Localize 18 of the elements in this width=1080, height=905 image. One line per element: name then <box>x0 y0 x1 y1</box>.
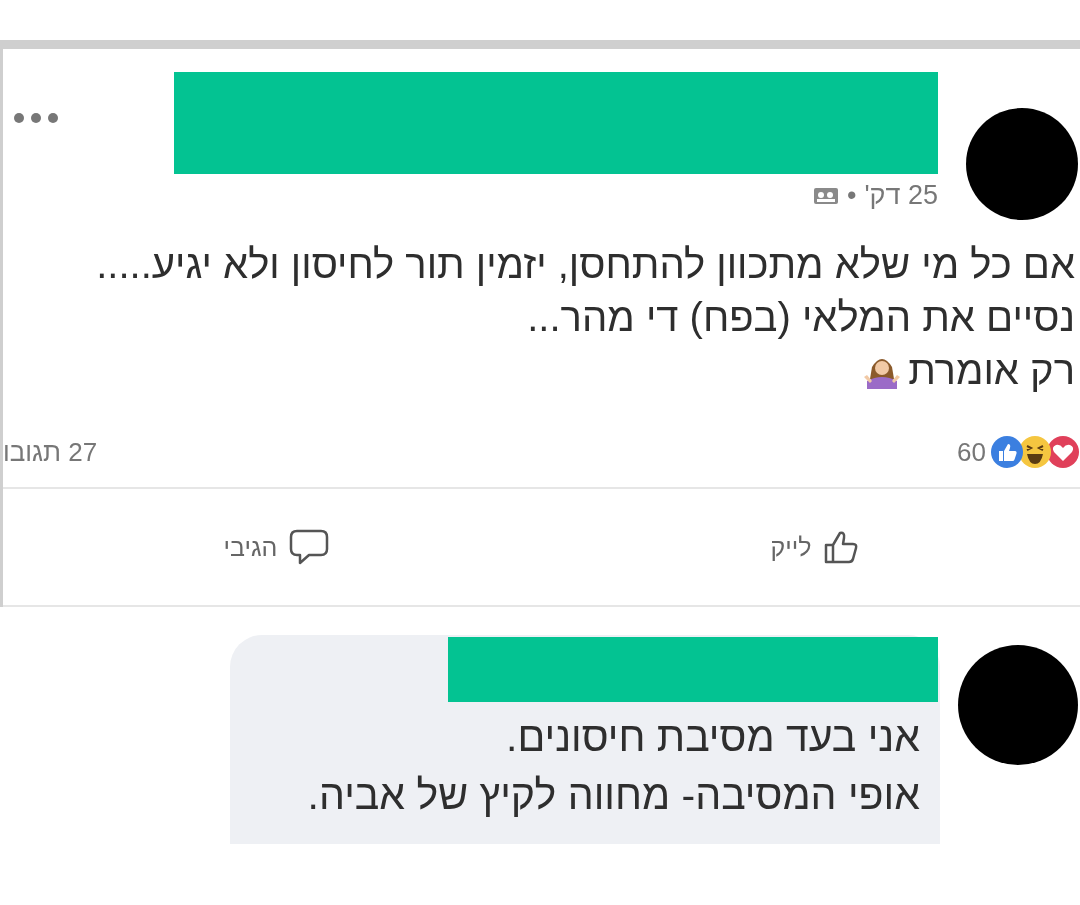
post-text: אם כל מי שלא מתכוון להתחסן, יזמין תור לחיסון ולא יגיע..... <box>96 242 1075 287</box>
comment-icon <box>289 528 330 566</box>
comment-button[interactable]: הגיבי <box>213 522 340 572</box>
laughing-reaction-icon <box>1018 435 1052 469</box>
comment-count[interactable]: 27 תגובו <box>3 436 98 468</box>
like-reaction-icon <box>990 435 1024 469</box>
thumbs-up-icon <box>823 529 860 565</box>
separator: • <box>846 180 857 211</box>
post-text: נסיים את המלאי (בפח) די מהר... <box>527 295 1075 340</box>
post-text: רק אומרת <box>908 348 1075 393</box>
post-time[interactable]: 25 דק' <box>864 180 938 211</box>
audience-icon <box>812 185 839 206</box>
like-button[interactable]: לייק <box>760 523 870 571</box>
comment-text: אופי המסיבה- מחווה לקיץ של אביה. <box>306 771 920 820</box>
more-icon[interactable] <box>13 112 59 124</box>
reaction-count[interactable]: 60 <box>957 436 986 468</box>
heart-reaction-icon <box>1046 435 1080 469</box>
comment-text: אני בעד מסיבת חיסונים. <box>505 713 920 762</box>
